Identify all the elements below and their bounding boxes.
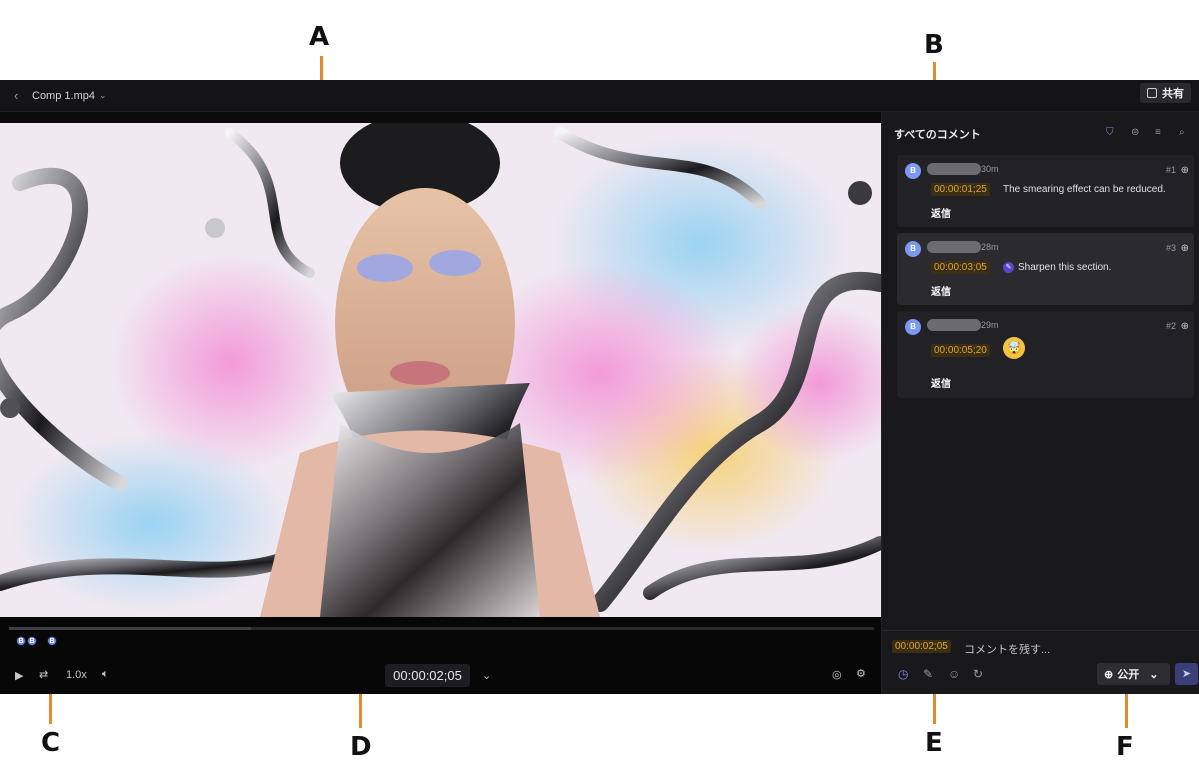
filter-icon[interactable]: ⊜ [1131,127,1139,138]
comment-number: #3 [1165,243,1176,253]
comment-number: #1 [1165,165,1176,175]
globe-icon: ⊕ [1180,243,1189,254]
comment-number: #2 [1165,321,1176,331]
refresh-icon[interactable]: ↻ [973,667,983,681]
comment-marker[interactable]: B [47,636,57,646]
video-frame-image [0,123,881,617]
callout-d: D [350,732,372,762]
share-label: 共有 [1162,88,1184,100]
sort-icon[interactable]: ≡ [1155,127,1161,138]
comment-card[interactable]: B 28m #3 ⊕ 00:00:03;05 ✎ Sharpen this se… [897,233,1194,305]
timestamp-toggle-icon[interactable]: ◷ [898,667,908,681]
playback-speed[interactable]: 1.0x [66,669,87,681]
file-name[interactable]: Comp 1.mp4 [32,90,95,102]
panel-title: すべてのコメント [894,129,981,141]
send-icon[interactable]: ➤ [1175,663,1198,685]
reply-button[interactable]: 返信 [931,205,951,220]
comment-marker[interactable]: B [16,636,26,646]
globe-icon: ⊕ [1104,668,1114,681]
drawing-icon: ✎ [1003,262,1014,273]
callout-e: E [925,728,943,758]
globe-icon: ⊕ [1180,321,1189,332]
avatar: B [905,163,921,179]
comment-timestamp[interactable]: 00:00:01;25 [931,183,990,196]
settings-icon[interactable]: ⚙ [856,667,866,680]
volume-icon[interactable]: 🔈︎ [102,668,109,681]
search-icon[interactable]: ⌕ [1179,127,1185,138]
visibility-label: 公开 [1117,669,1140,681]
avatar: B [905,241,921,257]
callout-b: B [924,30,944,60]
comment-age: 30m [981,164,999,174]
visibility-dropdown[interactable]: ⊕ 公开 ⌄ [1097,663,1170,685]
callout-f-line [1125,688,1128,728]
globe-icon: ⊕ [1180,165,1189,176]
author-name [927,163,981,175]
chevron-down-icon: ⌄ [1149,668,1159,681]
callout-a: A [309,22,330,52]
callout-f: F [1116,732,1134,762]
share-button[interactable]: 共有 [1140,83,1191,103]
top-bar: ‹ Comp 1.mp4 ⌄ 共有 [0,80,1199,112]
chevron-left-icon[interactable]: ‹ [14,88,26,103]
chevron-down-icon[interactable]: ⌄ [99,90,107,101]
comment-composer: 00:00:02;05 コメントを残す... ◷ ✎ ☺ ↻ ⊕ 公开 ⌄ ➤ [882,630,1199,694]
chevron-down-icon[interactable]: ⌄ [482,669,491,682]
loop-icon[interactable]: ⇄ [39,668,48,681]
reply-button[interactable]: 返信 [931,283,951,298]
comment-card[interactable]: B 30m #1 ⊕ 00:00:01;25 The smearing effe… [897,155,1194,227]
emoji-icon[interactable]: ☺ [948,667,960,681]
video-player[interactable] [0,123,881,617]
reply-button[interactable]: 返信 [931,375,951,390]
play-icon[interactable]: ▶ [15,669,23,682]
comment-text: The smearing effect can be reduced. [1003,184,1166,195]
comment-emoji: 🤯 [1003,337,1025,359]
scrubber-progress [9,627,252,630]
draw-icon[interactable]: ✎ [923,667,933,681]
callout-c: C [41,728,61,758]
comments-panel: すべてのコメント ⛉ ⊜ ≡ ⌕ B 30m #1 ⊕ 00:00:01;25 … [881,112,1199,694]
comment-card[interactable]: B 29m #2 ⊕ 00:00:05;20 🤯 返信 [897,311,1194,398]
comment-text: Sharpen this section. [1018,262,1112,273]
comment-age: 29m [981,320,999,330]
review-app: ‹ Comp 1.mp4 ⌄ 共有 B B B ▶ ⇄ 1.0x 🔈︎ 00:0… [0,80,1199,694]
scrubber-track[interactable] [9,627,874,630]
avatar: B [905,319,921,335]
comment-input[interactable]: コメントを残す... [964,641,1050,657]
shield-icon[interactable]: ⛉ [1106,127,1114,138]
composer-timestamp[interactable]: 00:00:02;05 [892,640,951,653]
timeline-bar: B B B ▶ ⇄ 1.0x 🔈︎ 00:00:02;05 ⌄ ◎ ⚙ [0,617,881,694]
comment-age: 28m [981,242,999,252]
comment-marker[interactable]: B [27,636,37,646]
comment-timestamp[interactable]: 00:00:03;05 [931,261,990,274]
timecode-display[interactable]: 00:00:02;05 [385,664,470,687]
target-icon[interactable]: ◎ [832,668,842,681]
comment-timestamp[interactable]: 00:00:05;20 [931,344,990,357]
annotated-screenshot: A B C D E F ‹ Comp 1.mp4 ⌄ 共有 B B B ▶ ⇄ … [0,0,1199,774]
share-icon [1147,88,1157,98]
author-name [927,319,981,331]
author-name [927,241,981,253]
